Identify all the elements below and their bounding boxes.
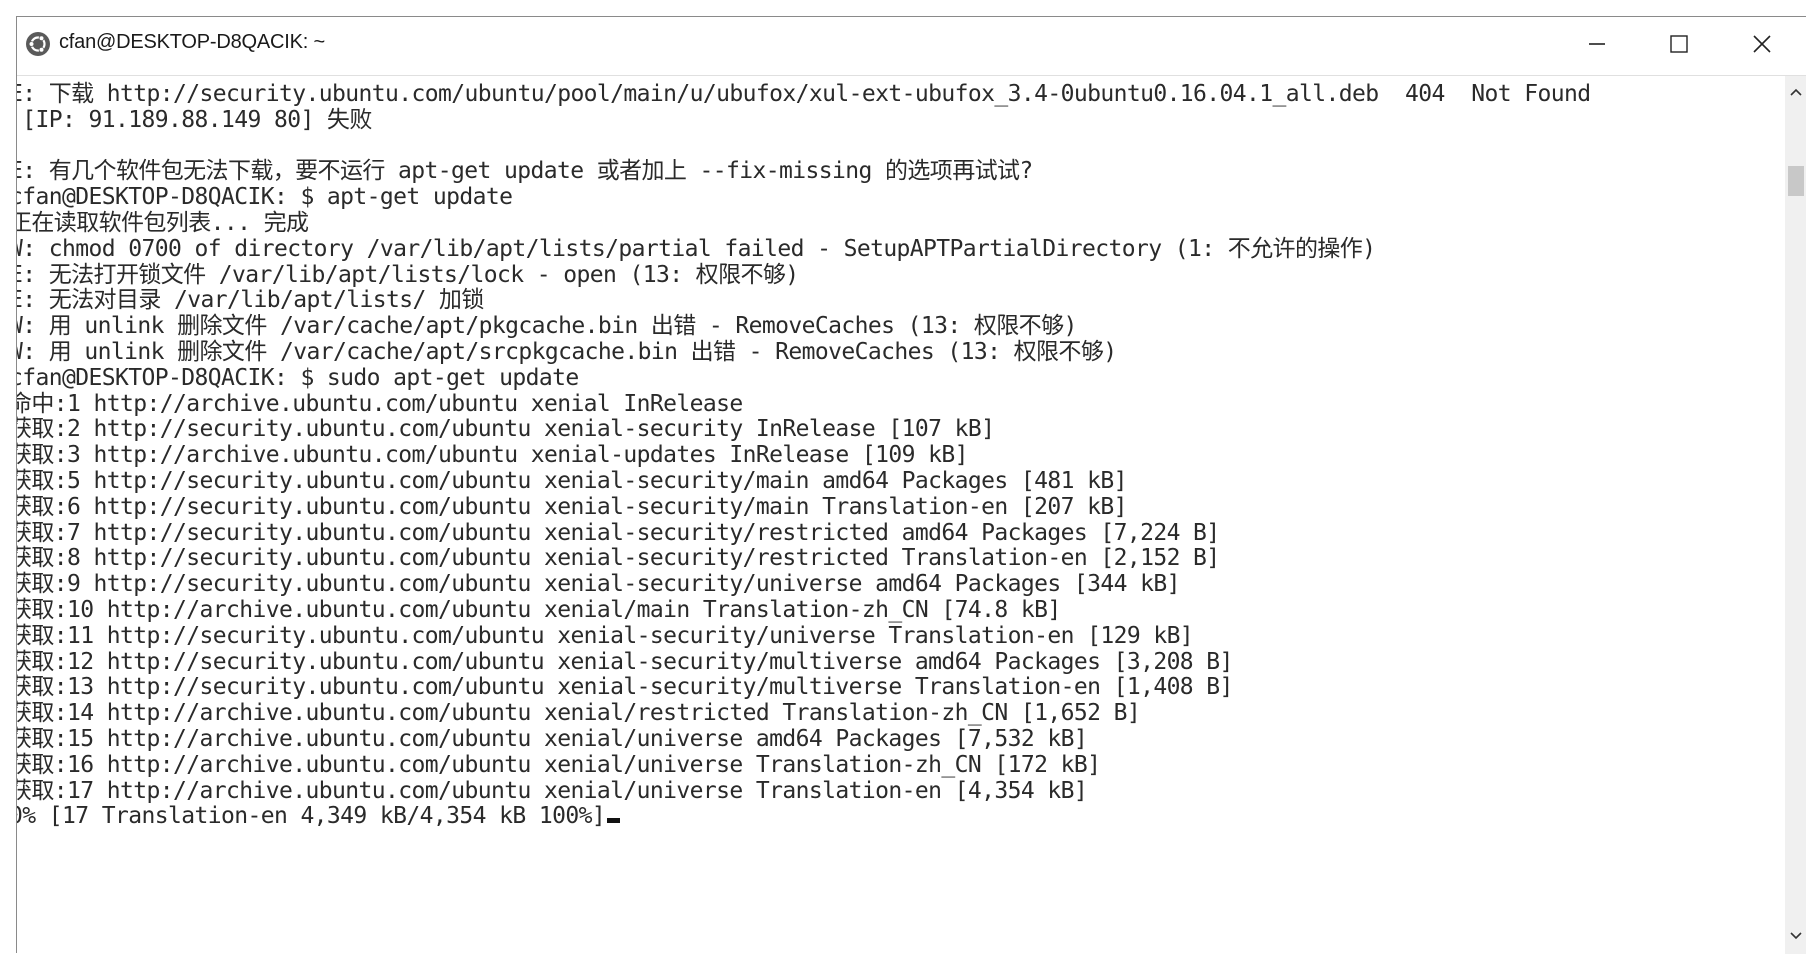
terminal-line: [IP: 91.189.88.149 80] 失败 xyxy=(17,106,372,133)
scroll-down-button[interactable] xyxy=(1785,926,1806,948)
terminal-output[interactable]: E: 下载 http://security.ubuntu.com/ubuntu/… xyxy=(17,76,1782,954)
close-icon xyxy=(1752,34,1772,59)
scrollbar-thumb[interactable] xyxy=(1788,166,1804,196)
progress-text: 0% [17 Translation-en 4,349 kB/4,354 kB … xyxy=(17,803,606,830)
minimize-icon xyxy=(1588,35,1606,58)
maximize-icon xyxy=(1669,34,1689,59)
chevron-down-icon xyxy=(1789,928,1803,946)
ubuntu-logo-icon[interactable] xyxy=(25,31,51,57)
chevron-up-icon xyxy=(1789,84,1803,102)
vertical-scrollbar[interactable] xyxy=(1785,76,1806,954)
scroll-up-button[interactable] xyxy=(1785,82,1806,104)
close-button[interactable] xyxy=(1722,17,1802,75)
terminal-window: cfan@DESKTOP-D8QACIK: ~ E: 下载 http://sec… xyxy=(16,16,1806,954)
title-bar[interactable]: cfan@DESKTOP-D8QACIK: ~ xyxy=(17,17,1806,76)
window-title: cfan@DESKTOP-D8QACIK: ~ xyxy=(59,31,325,53)
maximize-button[interactable] xyxy=(1639,17,1719,75)
text-cursor xyxy=(607,818,621,824)
terminal-prompt-line: 0% [17 Translation-en 4,349 kB/4,354 kB … xyxy=(17,801,621,831)
minimize-button[interactable] xyxy=(1557,17,1637,75)
